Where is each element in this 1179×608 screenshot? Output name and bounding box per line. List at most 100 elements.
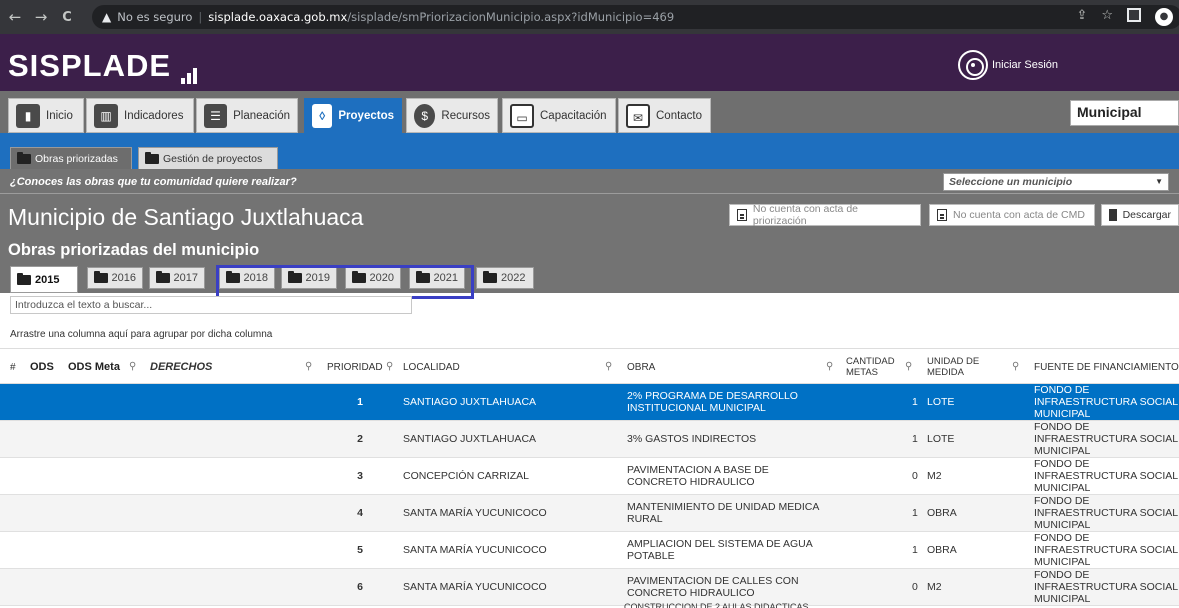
document-icon: [937, 209, 947, 221]
cell-prioridad: 3: [357, 470, 363, 482]
year-tab-2017[interactable]: 2017: [149, 267, 205, 289]
cell-unidad: M2: [927, 470, 942, 482]
cell-unidad: OBRA: [927, 507, 957, 519]
col-ods-meta[interactable]: ODS Meta: [68, 349, 120, 385]
star-icon[interactable]: ☆: [1101, 8, 1113, 26]
tab-inicio[interactable]: ▮ Inicio: [8, 98, 84, 133]
col-prioridad[interactable]: PRIORIDAD: [327, 349, 383, 385]
dollar-icon: $: [414, 103, 436, 128]
year-tab-label: 2017: [173, 272, 198, 284]
table-row[interactable]: 4 SANTA MARÍA YUCUNICOCO MANTENIMIENTO D…: [0, 495, 1179, 532]
cell-fuente: FONDO DE INFRAESTRUCTURA SOCIAL MUNICIPA…: [1034, 458, 1178, 494]
subtab-gestion-proyectos[interactable]: Gestión de proyectos: [138, 147, 278, 169]
cell-obra: 2% PROGRAMA DE DESARROLLO INSTITUCIONAL …: [627, 390, 798, 414]
table-row[interactable]: 5 SANTA MARÍA YUCUNICOCO AMPLIACION DEL …: [0, 532, 1179, 569]
year-tab-2016[interactable]: 2016: [87, 267, 143, 289]
col-unidad-medida[interactable]: UNIDAD DE MEDIDA: [927, 349, 979, 385]
col-localidad[interactable]: LOCALIDAD: [403, 349, 460, 385]
table-row[interactable]: 1 SANTIAGO JUXTLAHUACA 2% PROGRAMA DE DE…: [0, 384, 1179, 421]
col-cantidad-line2: METAS: [846, 367, 879, 378]
tab-proyectos[interactable]: ◊ Proyectos: [304, 98, 402, 133]
address-separator: |: [198, 10, 203, 24]
cell-prioridad: 4: [357, 507, 363, 519]
descargar-button[interactable]: Descargar: [1101, 204, 1179, 226]
pin-icon[interactable]: ⚲: [826, 361, 833, 372]
fingerprint-icon: [958, 50, 988, 80]
cell-obra: PAVIMENTACION DE CALLES CON CONCRETO HID…: [627, 575, 799, 599]
subtab-obras-priorizadas[interactable]: Obras priorizadas: [10, 147, 132, 169]
year-tab-2015[interactable]: 2015: [10, 266, 78, 293]
cell-localidad: CONCEPCIÓN CARRIZAL: [403, 470, 530, 482]
col-num[interactable]: #: [10, 349, 16, 385]
profile-icon[interactable]: ●: [1155, 8, 1173, 26]
reload-icon[interactable]: C: [56, 10, 78, 25]
community-question: ¿Conoces las obras que tu comunidad quie…: [10, 176, 297, 188]
tab-recursos[interactable]: $ Recursos: [406, 98, 498, 133]
cell-localidad: SANTA MARÍA YUCUNICOCO: [403, 581, 547, 593]
browser-actions: ⇪ ☆ ●: [1076, 8, 1173, 26]
url-path[interactable]: /sisplade/smPriorizacionMunicipio.aspx?i…: [347, 10, 674, 24]
table-row[interactable]: 3 CONCEPCIÓN CARRIZAL PAVIMENTACION A BA…: [0, 458, 1179, 495]
pin-icon[interactable]: ⚲: [1012, 361, 1019, 372]
col-unidad-line1: UNIDAD DE: [927, 356, 980, 367]
descargar-label: Descargar: [1122, 209, 1171, 221]
site-logo[interactable]: SISPLADE: [8, 48, 199, 84]
tab-contacto-label: Contacto: [656, 109, 703, 122]
back-arrow-icon[interactable]: ←: [4, 8, 26, 26]
col-derechos[interactable]: DERECHOS: [150, 349, 212, 385]
cell-cantidad: 1: [912, 544, 918, 556]
table-row[interactable]: 2 SANTIAGO JUXTLAHUACA 3% GASTOS INDIREC…: [0, 421, 1179, 458]
subtab-gestion-label: Gestión de proyectos: [163, 152, 263, 165]
table-row[interactable]: 6 SANTA MARÍA YUCUNICOCO PAVIMENTACION D…: [0, 569, 1179, 606]
pin-icon[interactable]: ⚲: [905, 361, 912, 372]
folder-icon: [94, 271, 108, 283]
municipio-select[interactable]: Seleccione un municipio ▼: [943, 173, 1169, 191]
pin-icon[interactable]: ⚲: [605, 361, 612, 372]
chart-icon: ▥: [94, 103, 118, 128]
mail-icon: ✉: [626, 103, 650, 128]
tab-planeacion[interactable]: ☰ Planeación: [196, 98, 298, 133]
col-cantidad-line1: CANTIDAD: [846, 356, 895, 367]
pin-icon[interactable]: ⚲: [386, 361, 393, 372]
col-obra[interactable]: OBRA: [627, 349, 655, 385]
search-input[interactable]: Introduzca el texto a buscar...: [10, 296, 412, 314]
login-button[interactable]: Iniciar Sesión: [958, 50, 1058, 80]
folder-icon: [156, 271, 170, 283]
address-bar[interactable]: ▲ No es seguro | sisplade.oaxaca.gob.mx …: [92, 5, 1179, 29]
acta-priorizacion-button[interactable]: No cuenta con acta de priorización: [729, 203, 921, 227]
tab-proyectos-label: Proyectos: [338, 109, 394, 122]
year-tab-label: 2015: [35, 273, 60, 286]
forward-arrow-icon[interactable]: →: [30, 8, 52, 26]
tab-contacto[interactable]: ✉ Contacto: [618, 98, 711, 133]
tab-capacitacion[interactable]: ▭ Capacitación: [502, 98, 616, 133]
col-fuente[interactable]: FUENTE DE FINANCIAMIENTO: [1034, 349, 1179, 385]
panel-divider: [0, 193, 1179, 194]
year-tab-2022[interactable]: 2022: [476, 267, 534, 289]
col-cantidad-metas[interactable]: CANTIDAD METAS: [846, 349, 895, 385]
security-label[interactable]: No es seguro: [117, 10, 192, 24]
group-hint[interactable]: Arrastre una columna aquí para agrupar p…: [10, 329, 272, 340]
warning-icon[interactable]: ▲: [102, 10, 111, 24]
pin-icon[interactable]: ⚲: [129, 361, 136, 372]
share-icon[interactable]: ⇪: [1076, 8, 1087, 26]
partial-row-obra: CONSTRUCCION DE 2 AULAS DIDACTICAS: [624, 602, 809, 608]
tab-capacitacion-label: Capacitación: [540, 109, 607, 122]
cell-prioridad: 6: [357, 581, 363, 593]
acta-cmd-label: No cuenta con acta de CMD: [953, 209, 1085, 221]
col-ods[interactable]: ODS: [30, 349, 54, 385]
cell-prioridad: 2: [357, 433, 363, 445]
acta-priorizacion-label: No cuenta con acta de priorización: [752, 203, 858, 227]
pin-icon[interactable]: ⚲: [305, 361, 312, 372]
acta-cmd-button[interactable]: No cuenta con acta de CMD: [929, 204, 1095, 226]
url-host[interactable]: sisplade.oaxaca.gob.mx: [208, 10, 347, 24]
cell-localidad: SANTA MARÍA YUCUNICOCO: [403, 507, 547, 519]
cell-cantidad: 1: [912, 396, 918, 408]
sidepanel-icon[interactable]: [1127, 8, 1141, 22]
cell-prioridad: 1: [357, 396, 363, 408]
cell-unidad: M2: [927, 581, 942, 593]
cell-localidad: SANTIAGO JUXTLAHUACA: [403, 396, 537, 408]
tab-indicadores[interactable]: ▥ Indicadores: [86, 98, 194, 133]
cell-fuente: FONDO DE INFRAESTRUCTURA SOCIAL MUNICIPA…: [1034, 532, 1178, 568]
folder-open-icon: [17, 272, 31, 285]
level-select[interactable]: Municipal: [1070, 100, 1179, 126]
